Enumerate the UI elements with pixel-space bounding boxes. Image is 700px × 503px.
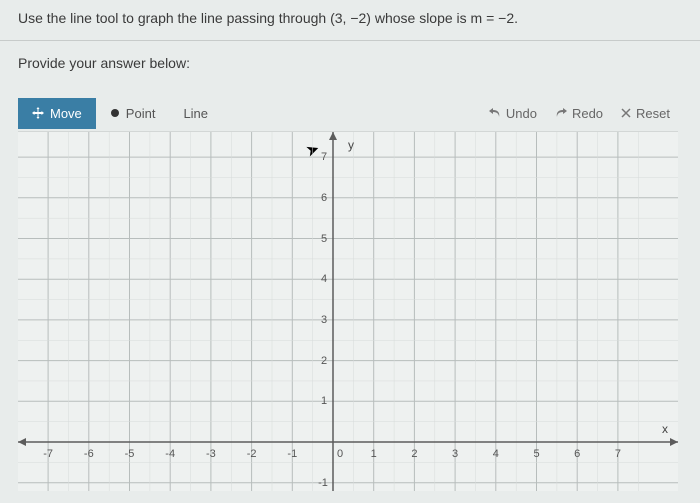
undo-icon (489, 106, 501, 121)
tick-y: 2 (321, 355, 327, 367)
tick-x: -4 (165, 448, 175, 460)
tick-x: -2 (247, 448, 257, 460)
graph-canvas[interactable]: ➤ (18, 131, 678, 491)
x-axis-label: x (662, 422, 668, 436)
tick-y: 1 (321, 395, 327, 407)
y-axis-label: y (348, 138, 354, 152)
graph-toolbar: Move Point Line Undo Redo (18, 95, 682, 131)
point-label: Point (126, 106, 156, 121)
tick-x: 7 (615, 448, 621, 460)
tick-x: -5 (125, 448, 135, 460)
point-tool-button[interactable]: Point (96, 98, 170, 129)
undo-label: Undo (506, 106, 537, 121)
question-text: Use the line tool to graph the line pass… (0, 0, 700, 41)
tick-x: -7 (43, 448, 53, 460)
reset-button[interactable]: Reset (621, 106, 670, 121)
tick-y: 4 (321, 273, 327, 285)
tick-y: 6 (321, 192, 327, 204)
tick-y: 7 (321, 151, 327, 163)
line-label: Line (183, 106, 208, 121)
redo-button[interactable]: Redo (555, 106, 603, 121)
reset-label: Reset (636, 106, 670, 121)
tick-y: 5 (321, 233, 327, 245)
move-tool-button[interactable]: Move (18, 98, 96, 129)
tick-x: 4 (493, 448, 499, 460)
tick-x: 1 (371, 448, 377, 460)
tick-y: -1 (318, 477, 328, 489)
tick-x: -1 (287, 448, 297, 460)
close-icon (621, 106, 631, 121)
tick-x: -6 (84, 448, 94, 460)
move-label: Move (50, 106, 82, 121)
point-icon (110, 108, 120, 118)
move-icon (32, 107, 44, 119)
answer-prompt: Provide your answer below: (0, 41, 700, 85)
line-tool-button[interactable]: Line (169, 98, 222, 129)
undo-button[interactable]: Undo (489, 106, 537, 121)
tick-x: 2 (411, 448, 417, 460)
tick-x: 5 (533, 448, 539, 460)
tick-y: 3 (321, 314, 327, 326)
tick-x: 6 (574, 448, 580, 460)
grid-svg (18, 132, 678, 491)
redo-icon (555, 106, 567, 121)
graph-widget: Move Point Line Undo Redo (18, 95, 682, 491)
tick-x: -3 (206, 448, 216, 460)
redo-label: Redo (572, 106, 603, 121)
tick-x: 0 (337, 448, 343, 460)
tick-x: 3 (452, 448, 458, 460)
